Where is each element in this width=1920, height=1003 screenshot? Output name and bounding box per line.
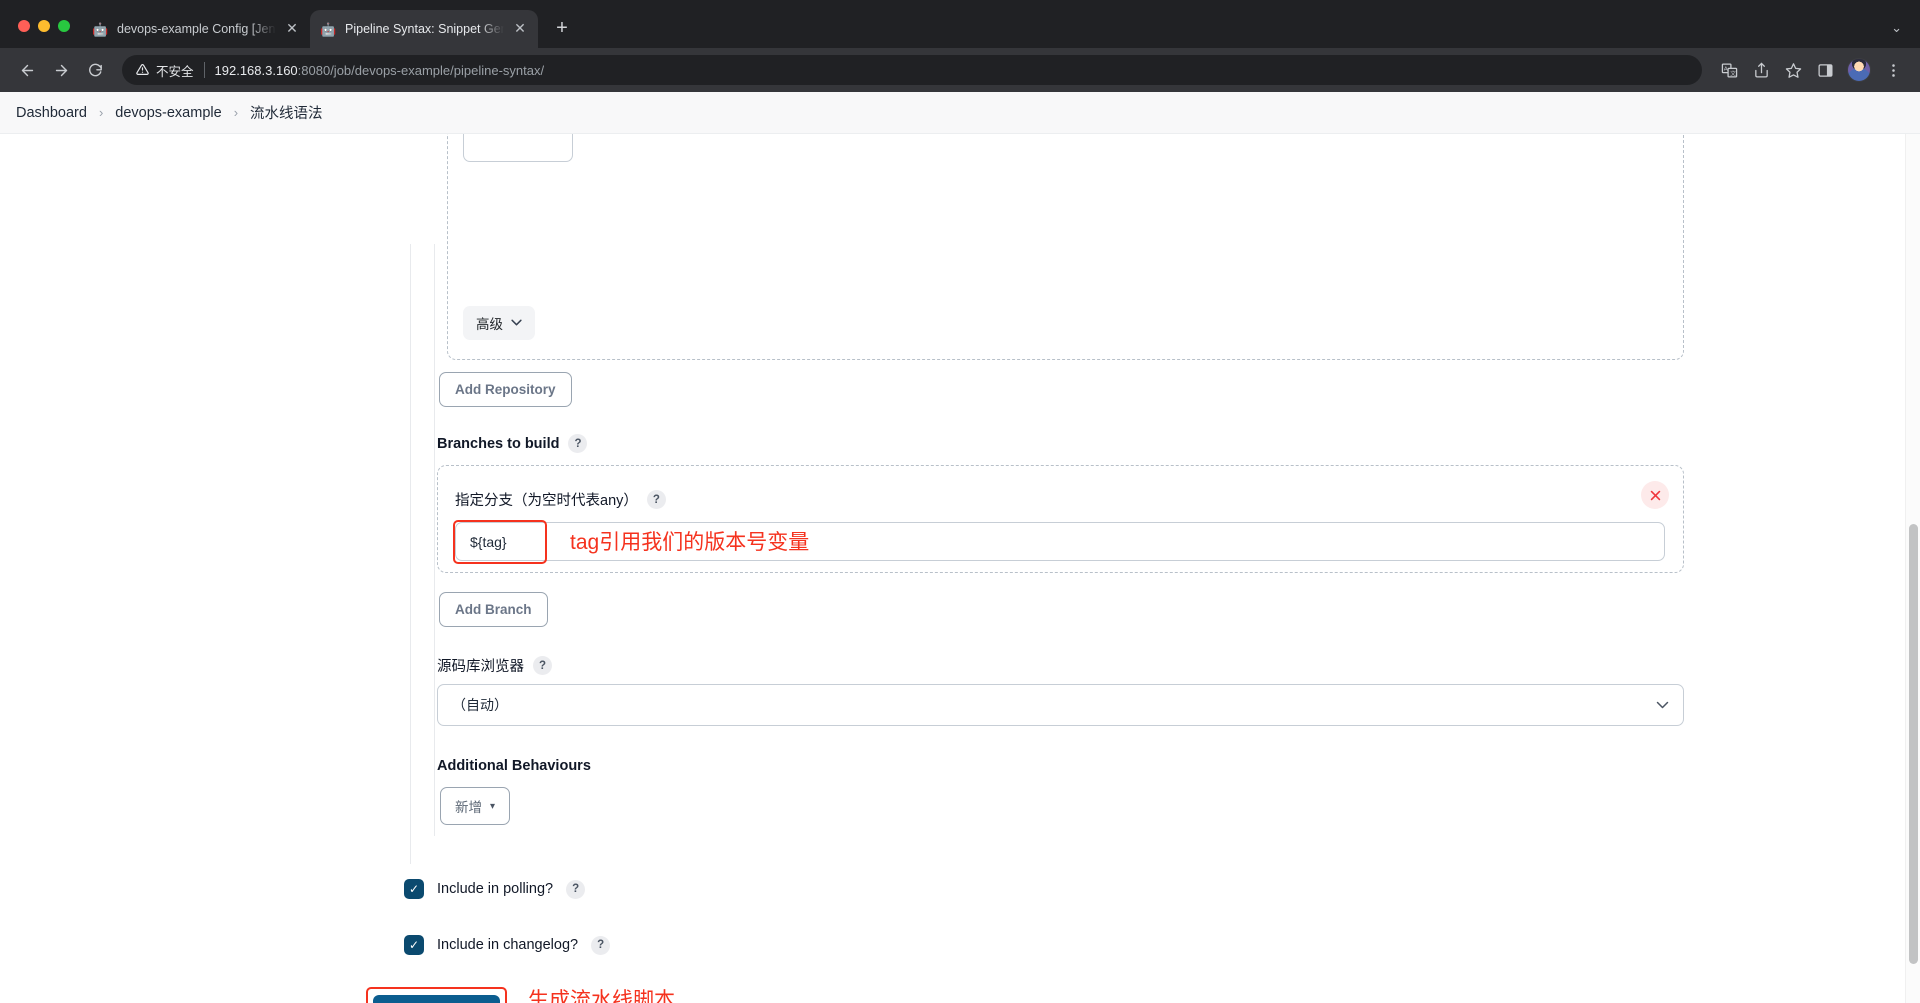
avatar[interactable]: [1847, 58, 1871, 82]
add-behaviour-button[interactable]: 新增 ▾: [440, 787, 511, 825]
close-tab-icon[interactable]: ✕: [512, 21, 528, 37]
warning-triangle-icon: [136, 63, 149, 78]
browser-toolbar: 不安全 192.168.3.160:8080/job/devops-exampl…: [0, 48, 1920, 92]
chevron-down-icon[interactable]: ⌄: [1891, 21, 1920, 48]
branches-to-build-label: Branches to build: [437, 435, 560, 452]
jenkins-page: Dashboard › devops-example › 流水线语法 高级 Ad…: [0, 92, 1920, 1003]
tab-title: devops-example Config [Jenkins]: [117, 22, 276, 36]
url-path: :8080/job/devops-example/pipeline-syntax…: [297, 62, 545, 78]
share-icon[interactable]: [1746, 55, 1776, 85]
close-window-button[interactable]: [18, 20, 30, 32]
back-button[interactable]: [12, 55, 42, 85]
jenkins-icon: 🤖: [92, 21, 109, 37]
checkbox-checked-icon[interactable]: ✓: [404, 935, 424, 955]
more-menu-icon[interactable]: [1878, 55, 1908, 85]
branch-annotation: tag引用我们的版本号变量: [570, 531, 810, 554]
form-rail-inner: [434, 244, 435, 836]
translate-icon[interactable]: A文: [1714, 55, 1744, 85]
scrollbar-thumb[interactable]: [1909, 524, 1918, 964]
repo-browser-select[interactable]: （自动）: [437, 684, 1684, 726]
repo-browser-label: 源码库浏览器: [437, 659, 524, 675]
help-icon[interactable]: ?: [533, 656, 552, 675]
page-content: 高级 Add Repository Branches to build ? 指定…: [0, 134, 1920, 1003]
remove-branch-button[interactable]: [1641, 481, 1669, 509]
browser-tab-2[interactable]: 🤖 Pipeline Syntax: Snippet Generator ✕: [310, 10, 538, 48]
caret-down-icon: ▾: [490, 800, 496, 812]
window-controls[interactable]: [12, 20, 82, 48]
url-host: 192.168.3.160: [214, 62, 298, 78]
generate-annotation: 生成流水线脚本: [528, 989, 675, 1003]
include-in-polling-label: Include in polling?: [437, 881, 554, 897]
branch-input-highlight: [453, 520, 547, 564]
chevron-down-icon: [1656, 698, 1669, 712]
chevron-right-icon: ›: [98, 105, 104, 120]
omnibox-divider: [203, 62, 205, 78]
form-rail-outer: [410, 244, 411, 864]
repo-browser-row: 源码库浏览器 ?: [437, 655, 552, 676]
close-tab-icon[interactable]: ✕: [284, 21, 300, 37]
additional-behaviours-label: Additional Behaviours: [437, 758, 591, 774]
chevron-right-icon: ›: [233, 105, 239, 120]
generate-button-highlight: [366, 987, 507, 1003]
browser-tab-1[interactable]: 🤖 devops-example Config [Jenkins] ✕: [82, 10, 310, 48]
maximize-window-button[interactable]: [58, 20, 70, 32]
breadcrumb-item-pipeline-syntax[interactable]: 流水线语法: [250, 102, 323, 123]
checkbox-checked-icon[interactable]: ✓: [404, 879, 424, 899]
repo-browser-value: （自动）: [452, 697, 508, 713]
add-branch-button[interactable]: Add Branch: [439, 592, 548, 627]
branch-spec-label: 指定分支（为空时代表any）: [455, 493, 638, 509]
add-repository-button[interactable]: Add Repository: [439, 372, 572, 407]
add-behaviour-label: 新增: [455, 800, 482, 815]
bookmark-star-icon[interactable]: [1778, 55, 1808, 85]
branch-spec-row: 指定分支（为空时代表any） ?: [455, 489, 666, 510]
branches-to-build-row: Branches to build ?: [437, 434, 588, 453]
help-icon[interactable]: ?: [646, 490, 666, 509]
include-in-changelog-row[interactable]: ✓ Include in changelog? ?: [404, 935, 611, 955]
minimize-window-button[interactable]: [38, 20, 50, 32]
jenkins-icon: 🤖: [320, 21, 337, 37]
url-text: 192.168.3.160:8080/job/devops-example/pi…: [215, 63, 545, 78]
vertical-scrollbar[interactable]: [1905, 134, 1920, 1003]
reload-button[interactable]: [80, 55, 110, 85]
security-status-label: 不安全: [156, 64, 194, 79]
tab-title: Pipeline Syntax: Snippet Generator: [345, 22, 504, 36]
toolbar-icons: A文: [1714, 55, 1908, 85]
breadcrumb: Dashboard › devops-example › 流水线语法: [0, 92, 1920, 134]
svg-text:A: A: [1723, 66, 1727, 72]
help-icon[interactable]: ?: [568, 434, 588, 453]
include-in-changelog-label: Include in changelog?: [437, 937, 579, 953]
help-icon[interactable]: ?: [566, 879, 586, 899]
breadcrumb-item-dashboard[interactable]: Dashboard: [16, 105, 87, 121]
chevron-down-icon: [511, 318, 522, 329]
side-panel-icon[interactable]: [1810, 55, 1840, 85]
forward-button[interactable]: [46, 55, 76, 85]
repository-block: [447, 134, 1684, 360]
help-icon[interactable]: ?: [591, 935, 611, 955]
advanced-button[interactable]: 高级: [463, 306, 535, 340]
credentials-field-partial[interactable]: [463, 134, 573, 162]
address-bar[interactable]: 不安全 192.168.3.160:8080/job/devops-exampl…: [122, 55, 1702, 85]
include-in-polling-row[interactable]: ✓ Include in polling? ?: [404, 879, 586, 899]
tab-strip: 🤖 devops-example Config [Jenkins] ✕ 🤖 Pi…: [0, 0, 1920, 48]
breadcrumb-item-job[interactable]: devops-example: [115, 105, 221, 121]
advanced-button-label: 高级: [476, 317, 503, 332]
browser-chrome: 🤖 devops-example Config [Jenkins] ✕ 🤖 Pi…: [0, 0, 1920, 92]
new-tab-button[interactable]: +: [548, 15, 576, 43]
